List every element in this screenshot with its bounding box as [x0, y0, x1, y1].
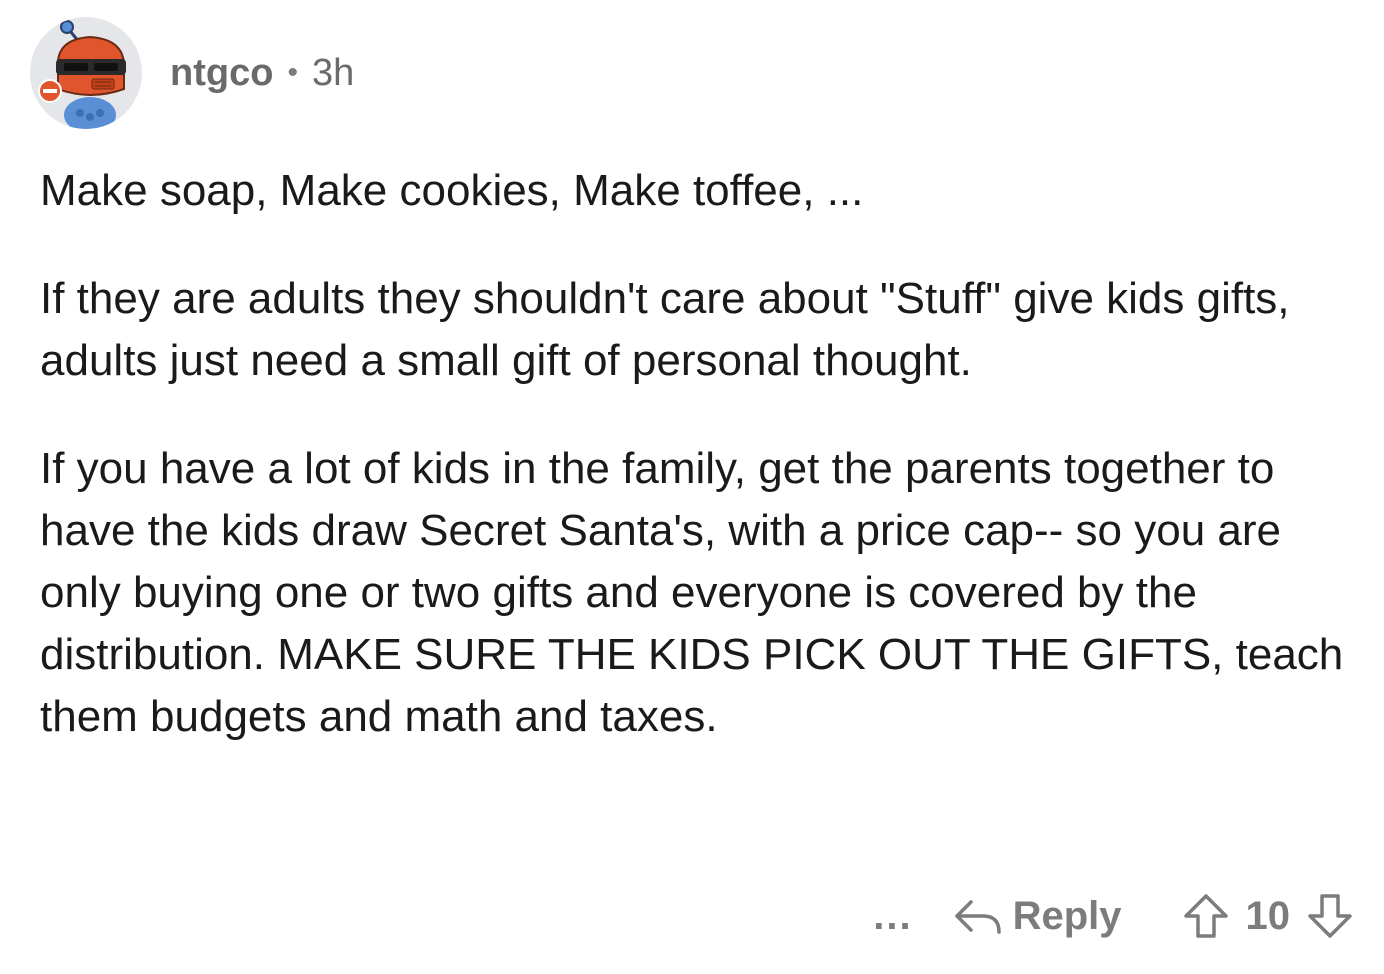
- meta-separator: •: [287, 56, 298, 89]
- vote-controls: 10: [1182, 892, 1355, 940]
- upvote-arrow-icon[interactable]: [1182, 892, 1230, 940]
- comment-paragraph: Make soap, Make cookies, Make toffee, ..…: [40, 166, 864, 215]
- reply-button[interactable]: Reply: [953, 894, 1122, 939]
- comment-actions: ... Reply 10: [873, 876, 1354, 956]
- comment-paragraph: If they are adults they shouldn't care a…: [40, 274, 1290, 385]
- comment-body: Make soap, Make cookies, Make toffee, ..…: [40, 160, 1350, 794]
- reply-arrow-icon: [953, 896, 1003, 936]
- comment-header: ntgco • 3h: [30, 8, 354, 138]
- vote-score: 10: [1245, 893, 1291, 938]
- comment: ntgco • 3h Make soap, Make cookies, Make…: [0, 0, 1384, 974]
- author-username[interactable]: ntgco: [170, 52, 273, 95]
- avatar[interactable]: [30, 17, 142, 129]
- reply-label: Reply: [1012, 893, 1122, 938]
- comment-paragraph: If you have a lot of kids in the family,…: [40, 444, 1344, 741]
- snoo-robot-avatar-icon: [38, 20, 126, 129]
- comment-meta: ntgco • 3h: [170, 52, 354, 95]
- more-options-button[interactable]: ...: [873, 894, 912, 939]
- comment-age[interactable]: 3h: [312, 52, 354, 95]
- downvote-arrow-icon[interactable]: [1306, 892, 1354, 940]
